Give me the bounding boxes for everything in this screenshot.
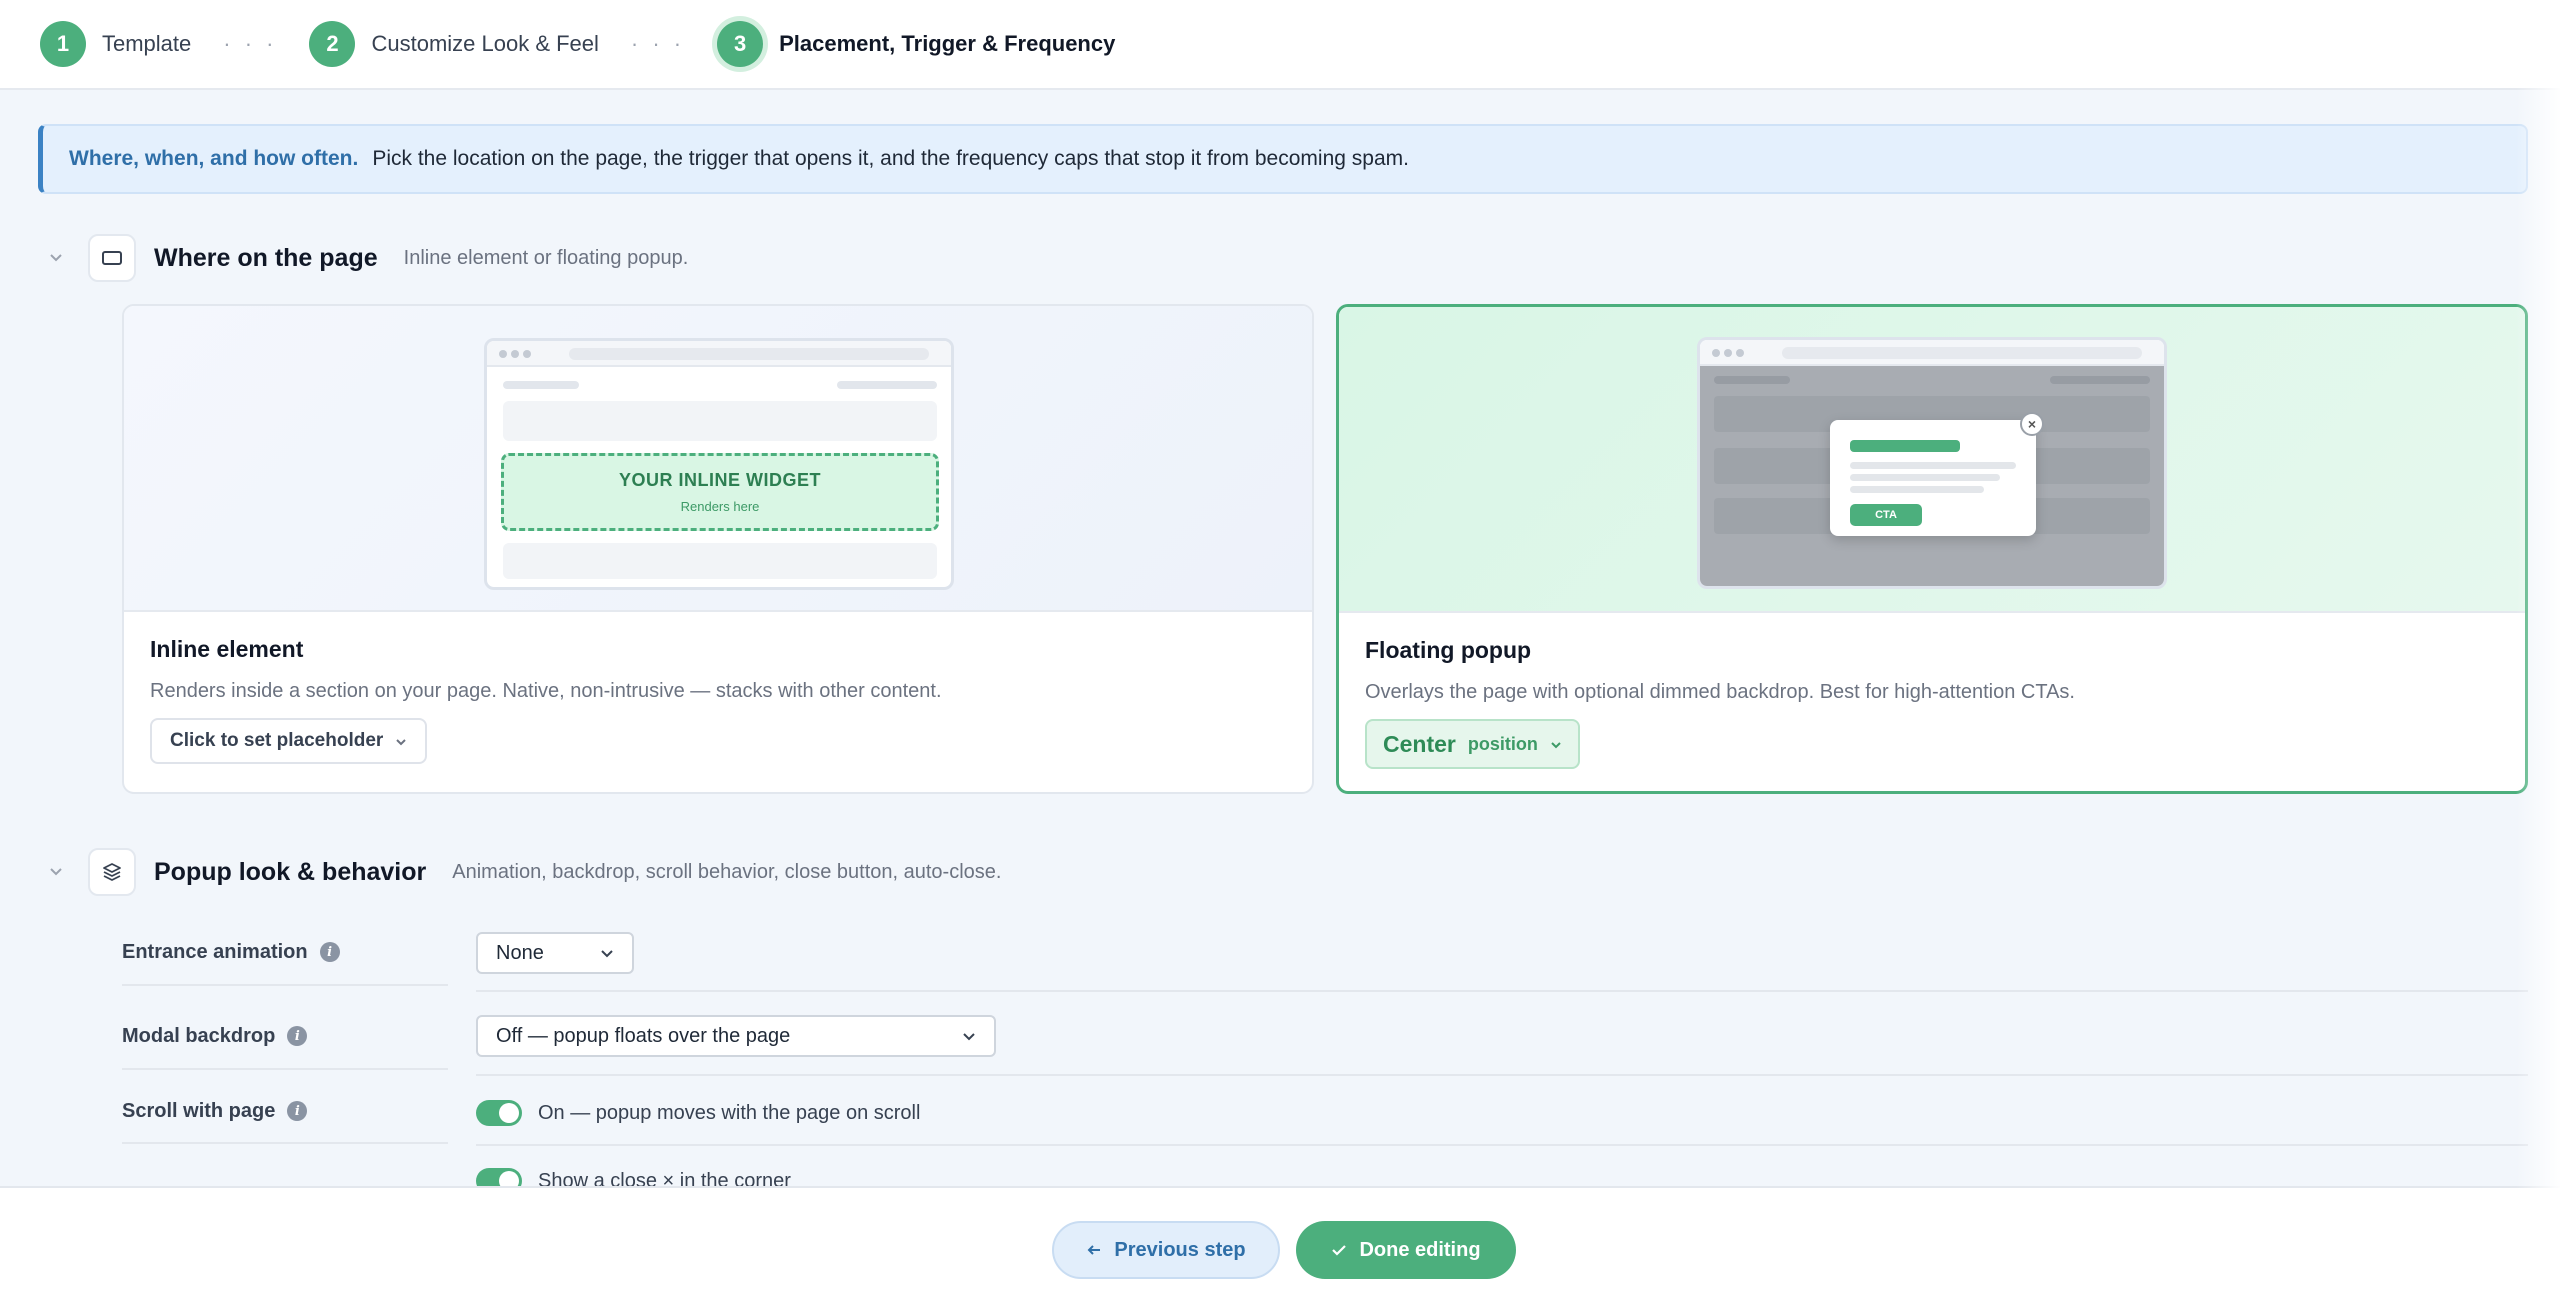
section-title: Where on the page [154, 243, 378, 272]
chevron-down-icon [600, 945, 614, 961]
info-banner: Where, when, and how often. Pick the loc… [38, 124, 2528, 194]
window-dot [1736, 349, 1744, 357]
step-label: Placement, Trigger & Frequency [779, 31, 1116, 56]
mockup-titlebar [487, 341, 951, 367]
mockup-block [503, 543, 937, 579]
banner-text: Pick the location on the page, the trigg… [372, 147, 1409, 170]
done-editing-button[interactable]: Done editing [1296, 1221, 1516, 1279]
section-behavior-header[interactable]: Popup look & behavior Animation, backdro… [44, 848, 1001, 896]
floating-popup-card[interactable]: × CTA Floating popup Overlays the page w… [1336, 304, 2528, 794]
entrance-animation-label: Entrance animation i [122, 920, 448, 986]
popup-line [1850, 462, 2016, 469]
position-label: position [1467, 733, 1538, 754]
row-label-text: Modal backdrop [122, 1024, 276, 1047]
info-icon[interactable]: i [319, 942, 340, 962]
step-template[interactable]: 1 Template [40, 21, 191, 67]
scroll-with-page-toggle[interactable] [476, 1100, 522, 1126]
popup-mockup: × CTA [1830, 412, 2044, 536]
window-dot [1724, 349, 1732, 357]
chevron-down-icon [1550, 737, 1562, 752]
step-label: Customize Look & Feel [371, 31, 599, 56]
step-number: 2 [309, 21, 356, 67]
info-icon[interactable]: i [287, 1026, 308, 1046]
entrance-animation-select[interactable]: None [476, 932, 634, 974]
button-label: Click to set placeholder [170, 730, 384, 751]
section-subtitle: Inline element or floating popup. [403, 246, 689, 269]
row-divider [476, 1074, 2528, 1076]
check-icon [1331, 1240, 1347, 1261]
chevron-down-icon [962, 1028, 976, 1044]
mockup-url-bar [569, 348, 929, 360]
step-number: 3 [717, 21, 764, 67]
window-dot [523, 350, 531, 358]
step-number: 1 [40, 21, 86, 67]
popup-heading-bar [1850, 440, 1960, 452]
mockup-line [2050, 376, 2150, 384]
chevron-down-icon [395, 734, 407, 749]
inline-widget-placeholder: YOUR INLINE WIDGET Renders here [501, 453, 939, 531]
row-divider [476, 1144, 2528, 1146]
previous-step-button[interactable]: Previous step [1052, 1221, 1280, 1279]
card-description: Overlays the page with optional dimmed b… [1365, 681, 2075, 703]
mockup-line [503, 381, 579, 389]
mockup-line [1714, 376, 1790, 384]
mockup-block [503, 401, 937, 441]
chevron-down-icon[interactable] [44, 246, 68, 270]
window-dot [1712, 349, 1720, 357]
modal-backdrop-select[interactable]: Off — popup floats over the page [476, 1015, 996, 1057]
window-dot [511, 350, 519, 358]
footer-bar: Previous step Done editing [0, 1186, 2560, 1293]
row-divider [476, 990, 2528, 992]
mockup-url-bar [1782, 347, 2142, 359]
mockup-line [837, 381, 937, 389]
step-customize[interactable]: 2 Customize Look & Feel [309, 21, 599, 67]
popup-line [1850, 474, 2000, 481]
select-value: Off — popup floats over the page [496, 1024, 791, 1047]
button-label: Done editing [1359, 1238, 1481, 1261]
card-title: Inline element [150, 636, 304, 662]
popup-position-dropdown[interactable]: Center position [1365, 719, 1580, 769]
toggle-description: On — popup moves with the page on scroll [538, 1102, 921, 1124]
wizard-stepper: 1 Template · · · 2 Customize Look & Feel… [0, 0, 2560, 90]
section-where-header[interactable]: Where on the page Inline element or floa… [44, 234, 688, 282]
row-label-text: Scroll with page [122, 1099, 276, 1122]
position-value: Center [1383, 730, 1456, 757]
card-description: Renders inside a section on your page. N… [150, 680, 942, 702]
step-placement[interactable]: 3 Placement, Trigger & Frequency [717, 21, 1115, 67]
info-icon[interactable]: i [287, 1101, 308, 1121]
popup-cta: CTA [1850, 504, 1922, 526]
mockup-titlebar [1700, 340, 2164, 366]
set-placeholder-button[interactable]: Click to set placeholder [150, 718, 428, 764]
arrow-left-icon [1086, 1240, 1102, 1261]
button-label: Previous step [1114, 1238, 1246, 1261]
window-icon [88, 234, 136, 282]
section-title: Popup look & behavior [154, 857, 427, 886]
select-value: None [496, 941, 544, 964]
popup-preview: × CTA [1339, 307, 2525, 613]
widget-title: YOUR INLINE WIDGET [619, 470, 821, 490]
widget-subtitle: Renders here [680, 499, 760, 514]
window-dot [499, 350, 507, 358]
inline-preview: YOUR INLINE WIDGET Renders here [124, 306, 1312, 612]
browser-mockup: × CTA [1697, 337, 2167, 589]
browser-mockup: YOUR INLINE WIDGET Renders here [484, 338, 954, 590]
banner-heading: Where, when, and how often. [69, 147, 359, 170]
step-separator: · · · [630, 31, 686, 56]
layers-icon [88, 848, 136, 896]
section-subtitle: Animation, backdrop, scroll behavior, cl… [452, 860, 1002, 883]
inline-element-card[interactable]: YOUR INLINE WIDGET Renders here Inline e… [122, 304, 1314, 794]
card-title: Floating popup [1365, 637, 1532, 663]
modal-backdrop-label: Modal backdrop i [122, 1004, 448, 1070]
step-separator: · · · [223, 31, 278, 56]
row-label-text: Entrance animation [122, 940, 308, 963]
chevron-down-icon[interactable] [44, 860, 68, 884]
popup-line [1850, 486, 1984, 493]
scroll-with-page-label: Scroll with page i [122, 1080, 448, 1144]
close-icon: × [2020, 412, 2044, 436]
step-label: Template [102, 31, 192, 56]
